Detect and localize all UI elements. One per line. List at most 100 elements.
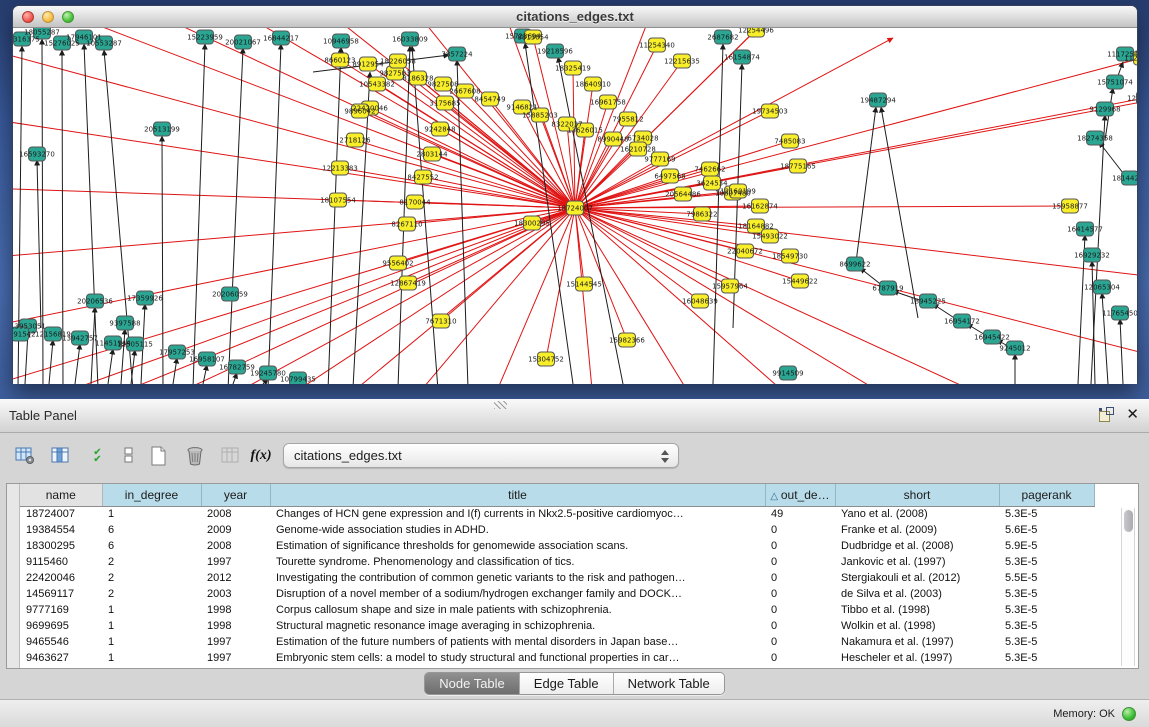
table-settings-icon[interactable] xyxy=(12,442,38,470)
network-edge-black[interactable] xyxy=(203,365,207,384)
network-edge-black[interactable] xyxy=(121,329,125,384)
network-edge-black[interactable] xyxy=(398,46,410,384)
select-rows-icon[interactable]: ✔✔ xyxy=(84,442,110,470)
table-cell[interactable]: Changes of HCN gene expression and I(f) … xyxy=(270,506,765,522)
table-cell[interactable]: 6 xyxy=(102,522,201,538)
table-cell[interactable]: 0 xyxy=(765,602,835,618)
table-cell[interactable]: Jankovic et al. (1997) xyxy=(835,554,999,570)
table-cell[interactable]: 2009 xyxy=(201,522,270,538)
network-view[interactable]: 1631637518055287152760251794610110553287… xyxy=(13,28,1137,384)
table-cell[interactable]: Estimation of significance thresholds fo… xyxy=(270,538,765,554)
table-row[interactable]: 2242004622012Investigating the contribut… xyxy=(20,570,1094,586)
table-cell[interactable]: 5.3E-5 xyxy=(999,634,1094,650)
table-row[interactable]: 1872400712008Changes of HCN gene express… xyxy=(20,506,1094,522)
minimize-button[interactable] xyxy=(42,11,54,23)
table-cell[interactable]: Disruption of a novel member of a sodium… xyxy=(270,586,765,602)
table-cell[interactable]: Nakamura et al. (1997) xyxy=(835,634,999,650)
column-header-pagerank[interactable]: pagerank xyxy=(999,484,1094,506)
zoom-button[interactable] xyxy=(62,11,74,23)
table-cell[interactable]: Yano et al. (2008) xyxy=(835,506,999,522)
table-cell[interactable]: 5.3E-5 xyxy=(999,602,1094,618)
table-cell[interactable]: 0 xyxy=(765,634,835,650)
table-cell[interactable]: Investigating the contribution of common… xyxy=(270,570,765,586)
table-cell[interactable]: 9115460 xyxy=(20,554,102,570)
network-edge-black[interactable] xyxy=(233,373,237,384)
network-edge-black[interactable] xyxy=(268,44,281,384)
row-height-icon[interactable] xyxy=(116,442,142,470)
table-cell[interactable]: Tourette syndrome. Phenomenology and cla… xyxy=(270,554,765,570)
window-titlebar[interactable]: citations_edges.txt xyxy=(13,6,1137,28)
table-cell[interactable]: 0 xyxy=(765,650,835,666)
table-cell[interactable]: 5.9E-5 xyxy=(999,538,1094,554)
network-edge-black[interactable] xyxy=(328,47,341,384)
table-cell[interactable]: 9463627 xyxy=(20,650,102,666)
network-edge-red[interactable] xyxy=(575,58,1137,208)
network-edge-black[interactable] xyxy=(37,160,41,328)
table-row[interactable]: 911546021997Tourette syndrome. Phenomeno… xyxy=(20,554,1094,570)
column-header-out_de[interactable]: △ out_de… xyxy=(765,484,835,506)
table-cell[interactable]: 0 xyxy=(765,538,835,554)
table-cell[interactable]: 2 xyxy=(102,554,201,570)
table-scrollbar[interactable] xyxy=(1121,508,1135,666)
table-row[interactable]: 969969511998Structural magnetic resonanc… xyxy=(20,618,1094,634)
table-cell[interactable]: 5.3E-5 xyxy=(999,554,1094,570)
table-cell[interactable]: 1 xyxy=(102,634,201,650)
table-row[interactable]: 1456911722003Disruption of a novel membe… xyxy=(20,586,1094,602)
tab-edge-table[interactable]: Edge Table xyxy=(519,673,613,694)
table-cell[interactable]: Stergiakouli et al. (2012) xyxy=(835,570,999,586)
table-cell[interactable]: de Silva et al. (2003) xyxy=(835,586,999,602)
network-edge-black[interactable] xyxy=(1102,293,1108,384)
table-cell[interactable]: 5.3E-5 xyxy=(999,586,1094,602)
table-row[interactable]: 1938455462009Genome-wide association stu… xyxy=(20,522,1094,538)
table-cell[interactable]: Tibbo et al. (1998) xyxy=(835,602,999,618)
table-cell[interactable]: 2 xyxy=(102,586,201,602)
network-edge-red[interactable] xyxy=(13,208,575,328)
table-cell[interactable]: Corpus callosum shape and size in male p… xyxy=(270,602,765,618)
network-edge-red[interactable] xyxy=(13,118,575,208)
table-cell[interactable]: Hescheler et al. (1997) xyxy=(835,650,999,666)
table-cell[interactable]: 1997 xyxy=(201,554,270,570)
network-edge-black[interactable] xyxy=(228,48,243,384)
table-select-dropdown[interactable]: citations_edges.txt xyxy=(283,443,679,468)
table-cell[interactable]: 0 xyxy=(765,586,835,602)
network-edge-red[interactable] xyxy=(575,208,593,384)
table-cell[interactable]: Franke et al. (2009) xyxy=(835,522,999,538)
network-edge-black[interactable] xyxy=(1120,319,1123,384)
table-cell[interactable]: Wolkin et al. (1998) xyxy=(835,618,999,634)
table-cell[interactable]: 2008 xyxy=(201,538,270,554)
column-header-name[interactable]: name xyxy=(20,484,102,506)
network-edge-black[interactable] xyxy=(75,344,80,384)
network-edge-red[interactable] xyxy=(575,208,1137,358)
column-chooser-icon[interactable] xyxy=(48,442,74,470)
close-button[interactable] xyxy=(22,11,34,23)
new-table-icon[interactable] xyxy=(146,442,172,470)
table-cell[interactable]: 5.5E-5 xyxy=(999,570,1094,586)
close-panel-icon[interactable]: ✕ xyxy=(1126,407,1139,422)
table-cell[interactable]: Dudbridge et al. (2008) xyxy=(835,538,999,554)
table-cell[interactable]: 1998 xyxy=(201,618,270,634)
table-cell[interactable]: 1 xyxy=(102,650,201,666)
table-cell[interactable]: 2003 xyxy=(201,586,270,602)
table-cell[interactable]: Genome-wide association studies in ADHD. xyxy=(270,522,765,538)
tab-node-table[interactable]: Node Table xyxy=(425,673,519,694)
table-cell[interactable]: 9465546 xyxy=(20,634,102,650)
table-row[interactable]: 977716911998Corpus callosum shape and si… xyxy=(20,602,1094,618)
network-window[interactable]: citations_edges.txt 16316375180552871527… xyxy=(12,5,1138,384)
import-table-icon[interactable] xyxy=(218,442,244,470)
table-cell[interactable]: 2008 xyxy=(201,506,270,522)
function-builder-icon[interactable]: f(x) xyxy=(248,442,274,470)
table-cell[interactable]: 49 xyxy=(765,506,835,522)
table-cell[interactable]: 0 xyxy=(765,618,835,634)
table-cell[interactable]: 5.6E-5 xyxy=(999,522,1094,538)
tab-network-table[interactable]: Network Table xyxy=(613,673,724,694)
divider-handle-icon[interactable] xyxy=(494,401,507,409)
network-canvas[interactable]: 1631637518055287152760251794610110553287… xyxy=(13,28,1137,384)
table-cell[interactable]: 9699695 xyxy=(20,618,102,634)
table-cell[interactable]: 0 xyxy=(765,522,835,538)
network-edge-red[interactable] xyxy=(13,48,575,208)
table-cell[interactable]: 5.3E-5 xyxy=(999,506,1094,522)
table-cell[interactable]: 22420046 xyxy=(20,570,102,586)
table-cell[interactable]: 0 xyxy=(765,570,835,586)
table-row[interactable]: 1830029562008Estimation of significance … xyxy=(20,538,1094,554)
delete-table-icon[interactable] xyxy=(182,442,208,470)
